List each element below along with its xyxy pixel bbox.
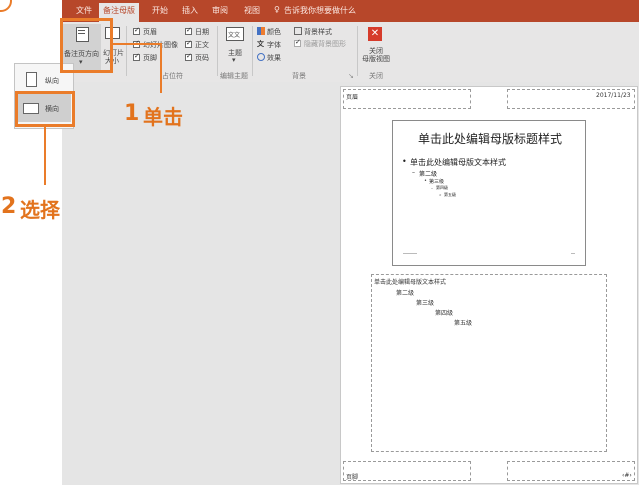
colors-dropdown[interactable]: 颜色 [257,26,297,36]
group-label-background: 背景 [292,72,306,80]
callout-line-1-h [112,43,162,45]
fonts-dropdown[interactable]: 文 字体 [257,39,297,49]
callout-line-2 [44,127,46,185]
fonts-label: 字体 [267,41,281,49]
slide-image-placeholder[interactable]: 单击此处编辑母版标题样式 • 单击此处编辑母版文本样式 – 第二级 • 第三级 … [392,120,586,266]
theme-preview-text: 文文 [228,32,241,39]
date-placeholder[interactable]: 2017/11/23 [507,89,635,109]
theme-icon: 文文 [226,27,244,41]
bullet-4: – [431,185,433,190]
background-styles-label: 背景样式 [304,28,332,36]
tab-review[interactable]: 审阅 [212,5,228,16]
colors-icon [257,27,265,35]
bullet-1: • [402,157,407,166]
tab-home[interactable]: 开始 [152,5,168,16]
header-placeholder[interactable]: 页眉 [343,89,471,109]
effects-icon [257,53,265,61]
page-number-text: ‹#› [622,472,632,479]
slide-level-1: 单击此处编辑母版文本样式 [410,158,506,167]
callout-line-1-v [160,43,162,93]
notes-level-4: 第四级 [435,310,454,317]
tab-file[interactable]: 文件 [76,5,92,16]
header-checkbox[interactable] [133,26,140,35]
slide-footer-line [403,253,417,254]
ribbon-tab-bar: 文件 备注母版 开始 插入 审阅 视图 ♀ 告诉我你想要做什么 [62,0,639,22]
date-checkbox[interactable] [185,26,192,35]
dialog-launcher-icon[interactable]: ↘ [348,72,354,80]
group-label-edit-theme: 编辑主题 [220,72,248,80]
bullet-3: • [424,178,427,184]
date-text: 2017/11/23 [596,92,631,99]
page-number-checkbox-label: 页码 [195,54,209,62]
colors-label: 颜色 [267,28,281,36]
slide-level-3: 第三级 [429,179,445,185]
chevron-down-icon: ▾ [232,56,236,64]
notes-level-1: 单击此处编辑母版文本样式 [374,279,447,286]
background-styles-dropdown[interactable]: 背景样式 [294,26,354,36]
notes-level-3: 第三级 [416,300,435,307]
header-text: 页眉 [346,94,359,101]
body-checkbox-label: 正文 [195,41,209,49]
slide-footer-line [571,253,575,254]
close-label-2: 母版视图 [362,55,390,63]
close-icon: ✕ [368,27,382,41]
landscape-option-highlight [15,91,75,127]
header-checkbox-label: 页眉 [143,28,157,36]
notes-level-5: 第五级 [454,320,473,327]
theme-button[interactable]: 文文 主题 ▾ [220,24,250,70]
slide-level-2: 第二级 [419,171,438,178]
tell-me-search[interactable]: 告诉我你想要做什么 [284,5,356,16]
page-number-placeholder[interactable]: ‹#› [507,461,635,481]
hide-background-label: 隐藏背景图形 [304,40,346,48]
body-checkbox[interactable] [185,39,192,48]
notes-level-2: 第二级 [396,290,415,297]
footer-checkbox-label: 页脚 [143,54,157,62]
effects-dropdown[interactable]: 效果 [257,52,297,62]
slide-title: 单击此处编辑母版标题样式 [418,132,563,146]
bullet-2: – [412,169,415,176]
slide-level-4: 第四级 [436,185,448,190]
slide-level-5: 第五级 [444,192,456,197]
tab-view[interactable]: 视图 [244,5,260,16]
hide-background-checkbox[interactable] [294,38,301,47]
corner-circle-icon [0,0,12,12]
page-number-checkbox[interactable] [185,52,192,61]
callout-step-2-number: 2 [1,194,17,219]
callout-step-2-text: 选择 [20,198,60,222]
background-styles-icon [294,27,302,35]
footer-placeholder[interactable]: 页脚 [343,461,471,481]
lightbulb-icon: ♀ [274,5,280,14]
orientation-button-highlight [60,18,113,73]
portrait-label: 纵向 [45,77,59,85]
date-checkbox-label: 日期 [195,28,209,36]
close-master-view-button[interactable]: ✕ 关闭 母版视图 [359,24,393,70]
tab-insert[interactable]: 插入 [182,5,198,16]
group-label-placeholders: 占位符 [162,72,183,80]
footer-checkbox[interactable] [133,52,140,61]
fonts-icon: 文 [257,40,264,48]
footer-text: 页脚 [346,474,359,481]
bullet-5: » [439,192,442,197]
ribbon: 备注页方向 ▾ 幻灯片 大小 页眉 幻灯片图像 页脚 日期 正文 页码 文文 主… [62,22,639,83]
callout-step-1-text: 单击 [143,105,183,129]
notes-page: 页眉 2017/11/23 单击此处编辑母版标题样式 • 单击此处编辑母版文本样… [340,86,638,484]
callout-step-1-number: 1 [124,101,140,126]
group-label-close: 关闭 [369,72,383,80]
notes-body-placeholder[interactable]: 单击此处编辑母版文本样式 第二级 第三级 第四级 第五级 [371,274,607,452]
effects-label: 效果 [267,54,281,62]
portrait-icon [26,72,37,87]
